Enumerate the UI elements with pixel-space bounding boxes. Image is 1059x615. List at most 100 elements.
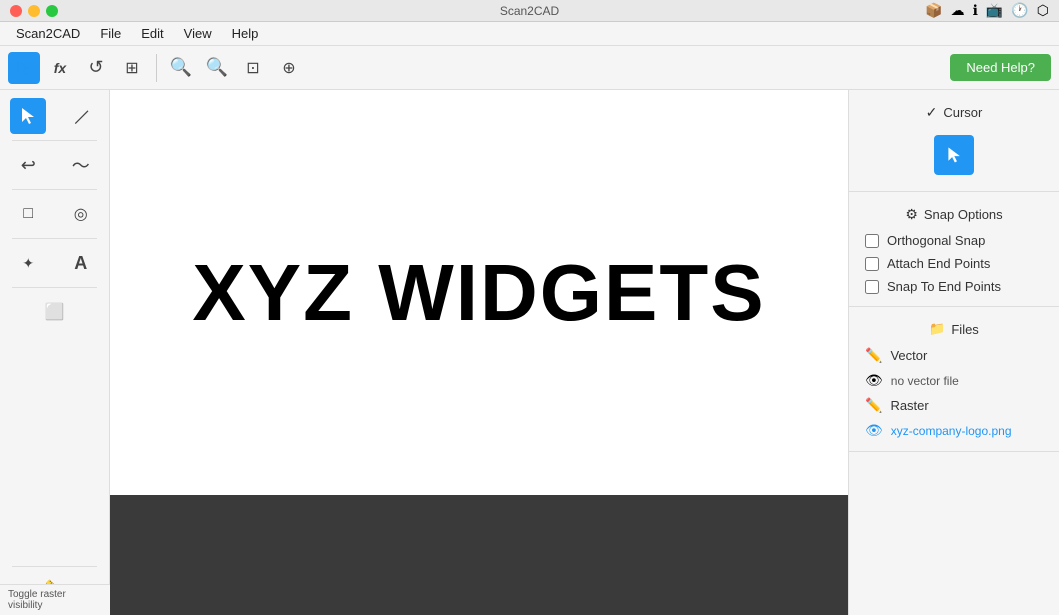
sidebar-sep-5 [12, 566, 97, 567]
need-help-button[interactable]: Need Help? [950, 54, 1051, 81]
files-label: Files [951, 322, 978, 337]
snap-options-section: ⚙ Snap Options Orthogonal Snap Attach En… [849, 192, 1059, 307]
vector-row: ✏️ Vector [849, 343, 1059, 368]
node-tool[interactable]: ✦ [10, 245, 46, 281]
zoom-in-icon: 🔍 [170, 57, 192, 78]
curve-icon: 〜 [72, 152, 90, 178]
raster-eye-icon: 👁 [865, 422, 883, 439]
crop-button[interactable]: ⊞ [116, 52, 148, 84]
cursor-checkmark: ✓ [926, 104, 938, 121]
menu-help[interactable]: Help [224, 24, 267, 43]
canvas-area[interactable]: XYZ WIDGETS [110, 90, 848, 615]
app-title: Scan2CAD [500, 4, 559, 18]
menu-scan2cad[interactable]: Scan2CAD [8, 24, 88, 43]
cursor-label: Cursor [943, 105, 982, 120]
canvas-text: XYZ WIDGETS [192, 247, 765, 339]
airplay-icon: 📺 [986, 2, 1003, 19]
snap-to-end-points-label: Snap To End Points [887, 279, 1001, 294]
pointer-tool[interactable] [10, 98, 46, 134]
raster-label: Raster [890, 398, 928, 413]
sidebar-row-5: ⬜ [4, 294, 105, 330]
vector-value-row: 👁 no vector file [849, 368, 1059, 393]
text-tool[interactable]: A [63, 245, 99, 281]
line-icon: — [67, 102, 95, 130]
sidebar-sep-3 [12, 238, 97, 239]
sidebar-row-3: □ ◎ [4, 196, 105, 232]
rect-icon: □ [23, 205, 33, 223]
cursor-section: ✓ Cursor [849, 90, 1059, 192]
vector-icon: ✏️ [865, 347, 882, 364]
formula-button[interactable]: fx [44, 52, 76, 84]
sidebar-sep-2 [12, 189, 97, 190]
menubar: Scan2CAD File Edit View Help [0, 22, 1059, 46]
raster-value: xyz-company-logo.png [891, 424, 1012, 438]
files-section: 📁 Files ✏️ Vector 👁 no vector file ✏️ Ra… [849, 307, 1059, 452]
select-icon [15, 59, 33, 77]
cursor-button[interactable] [934, 135, 974, 175]
node-icon: ✦ [22, 255, 34, 272]
snap-to-end-points-row[interactable]: Snap To End Points [849, 275, 1059, 298]
menu-file[interactable]: File [92, 24, 129, 43]
snap-to-end-points-checkbox[interactable] [865, 280, 879, 294]
undo-tool[interactable]: ↩ [10, 147, 46, 183]
sidebar-row-2: ↩ 〜 [4, 147, 105, 183]
sidebar-sep-4 [12, 287, 97, 288]
sidebar-row-4: ✦ A [4, 245, 105, 281]
sidebar-bottom: 📏 Toggle raster visibility [4, 562, 105, 607]
cursor-btn-container [849, 127, 1059, 183]
zoom-in-button[interactable]: 🔍 [165, 52, 197, 84]
zoom-out-icon: 🔍 [206, 57, 228, 78]
canvas-dark[interactable] [110, 495, 848, 615]
undo-icon: ↩ [21, 155, 36, 176]
erase-icon: ⬜ [45, 302, 65, 322]
clock-icon: 🕐 [1011, 2, 1028, 19]
sidebar-row-1: — [4, 98, 105, 134]
zoom-fit-button[interactable]: ⊡ [237, 52, 269, 84]
erase-tool[interactable]: ⬜ [37, 294, 73, 330]
vector-label: Vector [890, 348, 927, 363]
snap-options-header: ⚙ Snap Options [849, 200, 1059, 229]
minimize-button[interactable] [28, 5, 40, 17]
right-panel: ✓ Cursor ⚙ Snap Options Orthogonal Snap [848, 90, 1059, 615]
info-icon: ℹ [973, 2, 978, 19]
raster-value-row: 👁 xyz-company-logo.png [849, 418, 1059, 443]
orthogonal-snap-label: Orthogonal Snap [887, 233, 985, 248]
status-bar: Toggle raster visibility [0, 584, 110, 615]
zoom-out-button[interactable]: 🔍 [201, 52, 233, 84]
menu-edit[interactable]: Edit [133, 24, 171, 43]
select-tool-button[interactable] [8, 52, 40, 84]
menu-view[interactable]: View [176, 24, 220, 43]
left-sidebar: — ↩ 〜 □ ◎ ✦ A [0, 90, 110, 615]
raster-row: ✏️ Raster [849, 393, 1059, 418]
status-label: Toggle raster visibility [8, 589, 66, 611]
rotate-button[interactable]: ↺ [80, 52, 112, 84]
orthogonal-snap-checkbox[interactable] [865, 234, 879, 248]
attach-end-points-checkbox[interactable] [865, 257, 879, 271]
attach-end-points-row[interactable]: Attach End Points [849, 252, 1059, 275]
canvas-white[interactable]: XYZ WIDGETS [110, 90, 848, 495]
main-layout: — ↩ 〜 □ ◎ ✦ A [0, 90, 1059, 615]
vector-eye-icon: 👁 [865, 372, 883, 389]
pointer-icon [18, 106, 38, 126]
rotate-icon: ↺ [88, 57, 103, 78]
files-icon: 📁 [929, 321, 945, 337]
orthogonal-snap-row[interactable]: Orthogonal Snap [849, 229, 1059, 252]
formula-icon: fx [54, 60, 66, 76]
dropbox-icon: 📦 [925, 2, 942, 19]
line-tool[interactable]: — [63, 98, 99, 134]
files-header: 📁 Files [849, 315, 1059, 343]
vector-value: no vector file [891, 374, 959, 388]
bluetooth-icon: ⬡ [1037, 2, 1049, 19]
curve-tool[interactable]: 〜 [63, 147, 99, 183]
toolbar-separator-1 [156, 54, 157, 82]
circle-icon: ◎ [74, 204, 88, 224]
crop-icon: ⊞ [125, 58, 138, 78]
rect-tool[interactable]: □ [10, 196, 46, 232]
sidebar-sep-1 [12, 140, 97, 141]
close-button[interactable] [10, 5, 22, 17]
attach-end-points-label: Attach End Points [887, 256, 990, 271]
circle-tool[interactable]: ◎ [63, 196, 99, 232]
cloud-icon: ☁ [951, 2, 965, 19]
maximize-button[interactable] [46, 5, 58, 17]
zoom-extend-button[interactable]: ⊕ [273, 52, 305, 84]
